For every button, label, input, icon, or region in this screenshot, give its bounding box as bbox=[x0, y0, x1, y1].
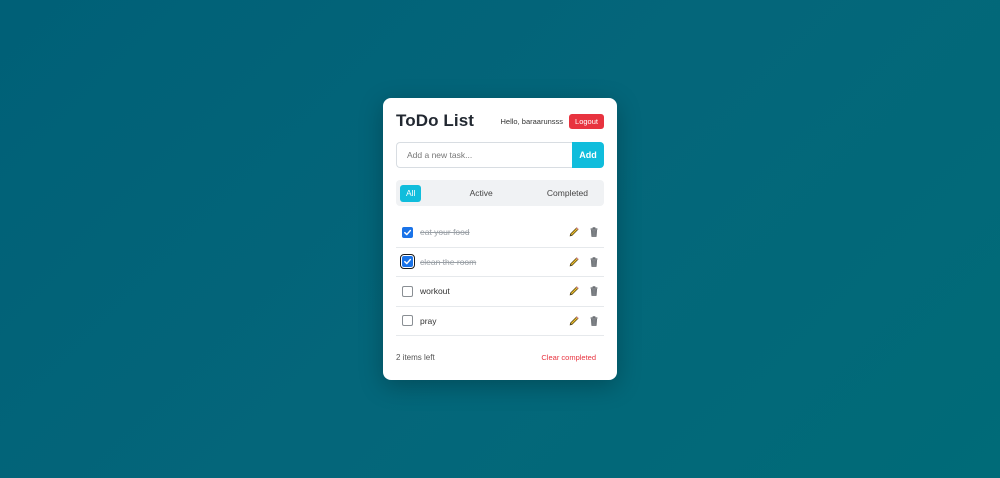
pencil-icon[interactable] bbox=[568, 256, 580, 268]
user-area: Hello, baraarunsss Logout bbox=[500, 113, 604, 129]
filter-active[interactable]: Active bbox=[464, 185, 499, 202]
page-title: ToDo List bbox=[396, 111, 475, 130]
logout-button[interactable]: Logout bbox=[569, 113, 604, 129]
checkmark-icon bbox=[404, 229, 412, 236]
filter-bar: All Active Completed bbox=[396, 180, 604, 206]
add-task-form: Add bbox=[396, 142, 604, 168]
todo-checkbox[interactable] bbox=[400, 254, 415, 270]
todo-text: eat your food bbox=[420, 227, 470, 238]
pencil-icon[interactable] bbox=[568, 315, 580, 327]
todo-actions bbox=[568, 256, 600, 268]
todo-actions bbox=[568, 285, 600, 297]
todo-list: eat your food clean the room workout pra… bbox=[396, 218, 604, 336]
trash-icon[interactable] bbox=[588, 285, 600, 297]
todo-checkbox[interactable] bbox=[402, 315, 413, 327]
todo-text: pray bbox=[420, 315, 437, 326]
trash-icon[interactable] bbox=[588, 226, 600, 238]
todo-actions bbox=[568, 315, 600, 327]
todo-item: pray bbox=[396, 307, 604, 336]
todo-text: clean the room bbox=[420, 256, 477, 267]
footer: 2 items left Clear completed bbox=[396, 353, 604, 362]
todo-actions bbox=[568, 226, 600, 238]
trash-icon[interactable] bbox=[588, 256, 600, 268]
filter-all[interactable]: All bbox=[400, 184, 422, 202]
todo-checkbox[interactable] bbox=[402, 285, 413, 297]
user-greeting: Hello, baraarunsss bbox=[500, 116, 564, 126]
pencil-icon[interactable] bbox=[568, 226, 580, 238]
trash-icon[interactable] bbox=[588, 315, 600, 327]
items-left-count: 2 items left bbox=[396, 353, 435, 362]
todo-checkbox[interactable] bbox=[402, 226, 413, 238]
todo-item: workout bbox=[396, 277, 604, 307]
todo-text: workout bbox=[420, 286, 450, 297]
checkmark-icon bbox=[404, 259, 412, 265]
header: ToDo List Hello, baraarunsss Logout bbox=[396, 111, 604, 131]
new-task-input[interactable] bbox=[396, 142, 572, 168]
add-task-button[interactable]: Add bbox=[572, 142, 604, 168]
pencil-icon[interactable] bbox=[568, 285, 580, 297]
todo-card: ToDo List Hello, baraarunsss Logout Add … bbox=[383, 98, 617, 380]
todo-item: clean the room bbox=[396, 248, 604, 277]
clear-completed-button[interactable]: Clear completed bbox=[541, 353, 596, 362]
filter-completed[interactable]: Completed bbox=[541, 185, 594, 202]
todo-item: eat your food bbox=[396, 218, 604, 248]
